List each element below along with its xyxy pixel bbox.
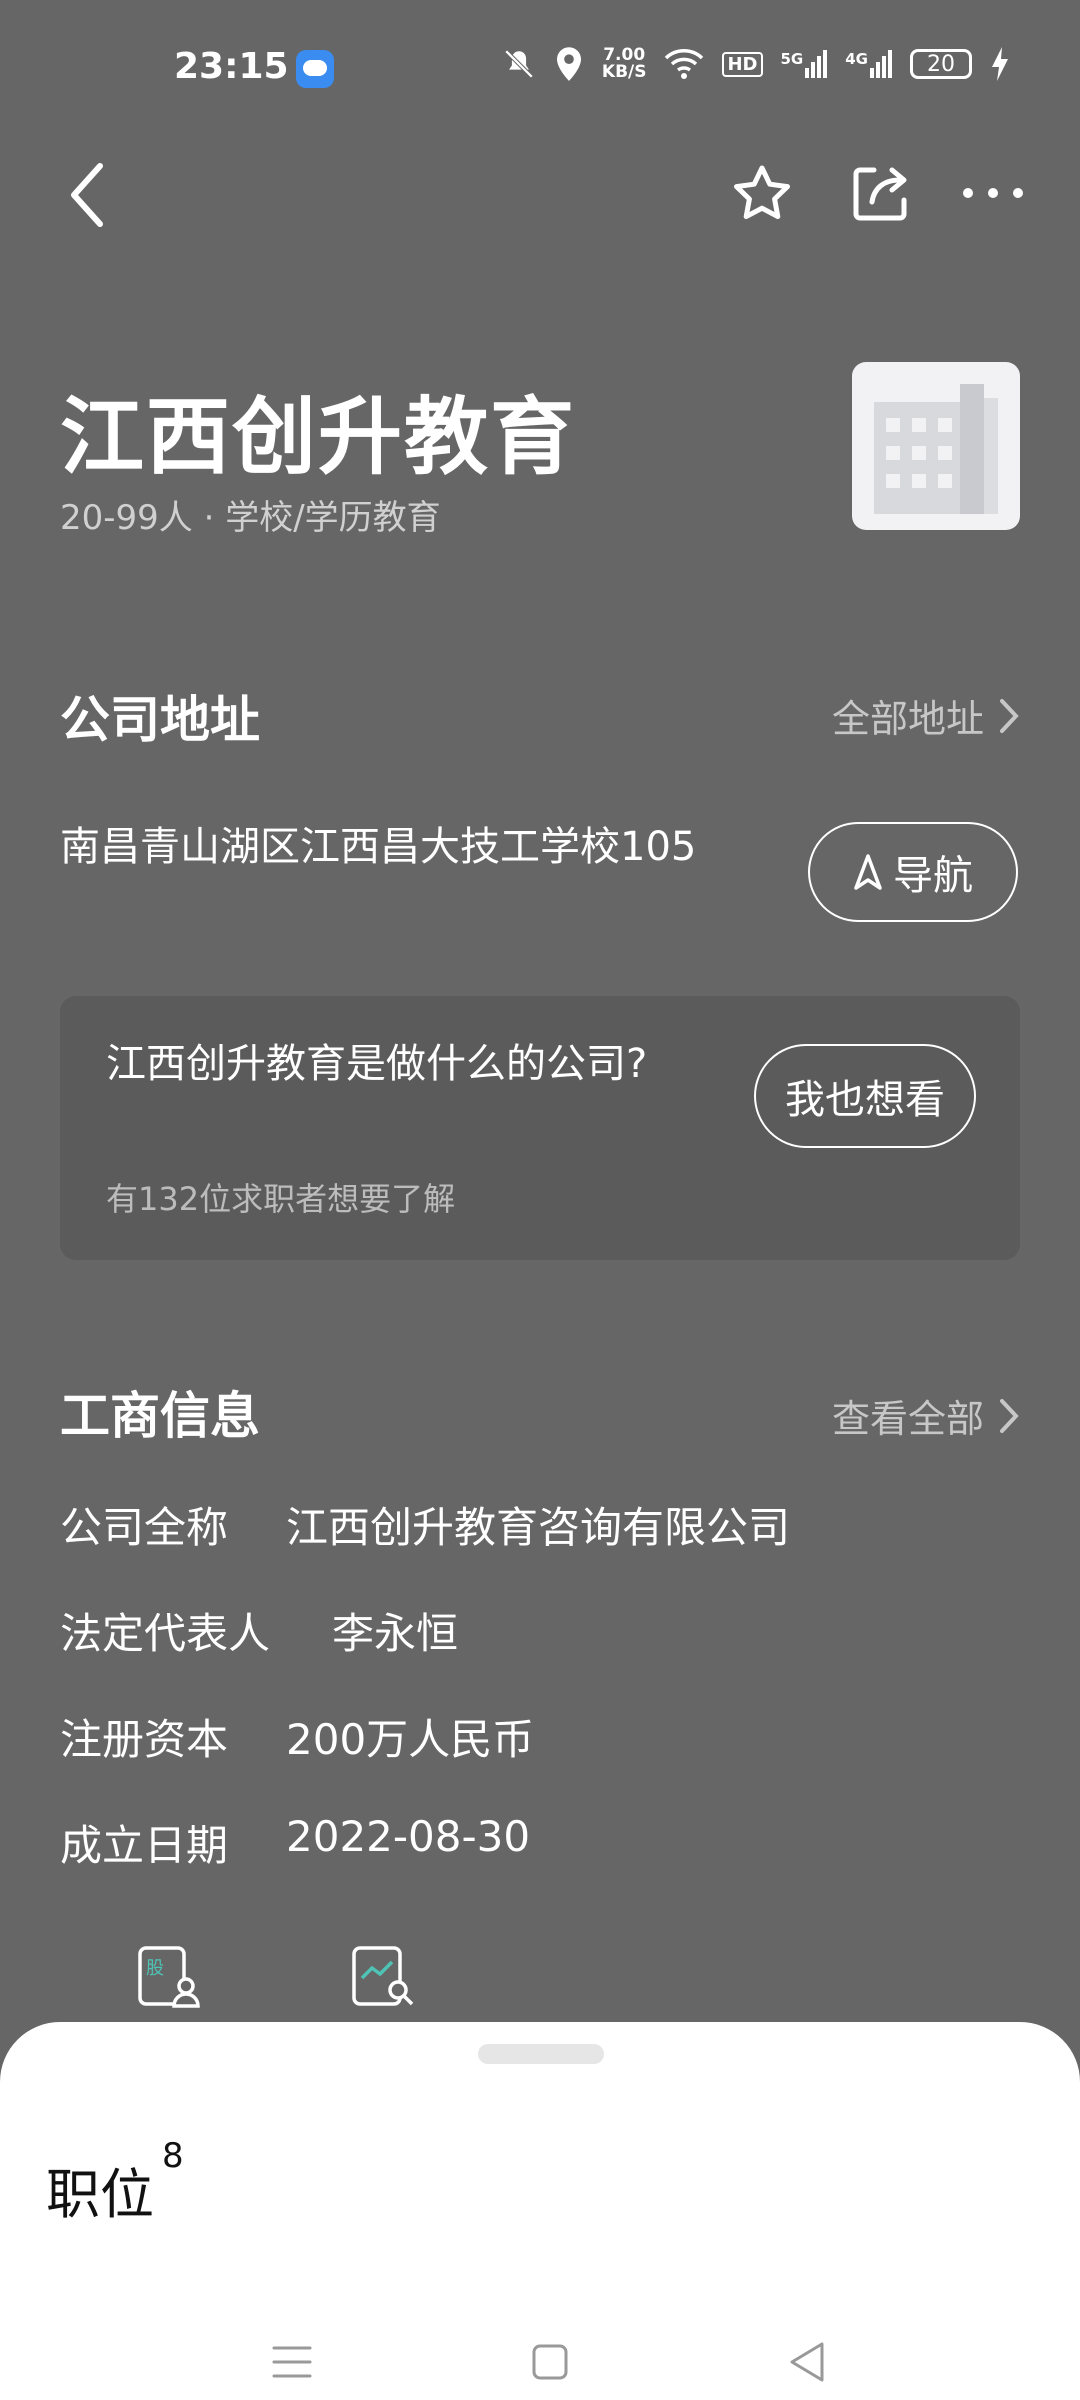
info-value: 江西创升教育咨询有限公司 [286, 1503, 791, 1552]
all-addresses-link[interactable]: 全部地址 [832, 688, 1020, 743]
mute-icon [504, 49, 534, 79]
info-row-full-name: 公司全称 江西创升教育咨询有限公司 [60, 1494, 790, 1555]
signal-4g: 4G [845, 50, 892, 78]
question-text: 江西创升教育是做什么的公司? [106, 1041, 648, 1087]
company-logo [852, 362, 1020, 530]
info-label: 法定代表人 [60, 1609, 271, 1658]
shareholder-icon[interactable]: 股 [136, 1944, 202, 2010]
wifi-icon [665, 49, 704, 79]
want-to-know-button[interactable]: 我也想看 [754, 1044, 976, 1148]
svg-text:股: 股 [146, 1958, 164, 1979]
company-address: 南昌青山湖区江西昌大技工学校105 [60, 824, 697, 870]
menu-nav-icon[interactable] [262, 2332, 322, 2392]
business-info-title: 工商信息 [60, 1387, 260, 1445]
signal-5g: 5G [781, 50, 828, 78]
status-time: 23:15 [174, 46, 289, 87]
info-row-capital: 注册资本 200万人民币 [60, 1706, 534, 1767]
company-name: 江西创升教育 [60, 388, 577, 486]
chevron-right-icon [1000, 698, 1019, 733]
trend-search-icon[interactable] [350, 1944, 416, 2010]
building-icon [874, 384, 998, 514]
navigation-arrow-icon [854, 854, 882, 890]
question-subtext: 有132位求职者想要了解 [106, 1180, 456, 1218]
info-value: 2022-08-30 [286, 1812, 531, 1861]
info-row-legal-rep: 法定代表人 李永恒 [60, 1600, 458, 1661]
chevron-right-icon [1000, 1398, 1019, 1433]
status-icons: 7.00 KB/S HD 5G 4G 20 [502, 46, 1010, 82]
weather-icon [296, 50, 334, 88]
info-value: 200万人民币 [286, 1715, 535, 1764]
jobs-title: 职位8 [46, 2136, 184, 2229]
view-all-link[interactable]: 查看全部 [832, 1388, 1020, 1443]
signal-4g-label: 4G [845, 50, 868, 68]
home-nav-icon[interactable] [520, 2332, 580, 2392]
info-value: 李永恒 [332, 1609, 459, 1658]
charging-icon [992, 47, 1008, 81]
jobs-count: 8 [162, 2136, 184, 2176]
more-icon[interactable] [958, 178, 1028, 208]
jobs-bottom-sheet[interactable]: 职位8 [0, 2022, 1080, 2400]
sheet-drag-handle[interactable] [478, 2044, 604, 2064]
location-icon [556, 47, 581, 81]
question-card: 江西创升教育是做什么的公司? 有132位求职者想要了解 我也想看 [60, 996, 1020, 1260]
info-row-founded: 成立日期 2022-08-30 [60, 1812, 530, 1873]
navigate-label: 导航 [893, 853, 973, 899]
back-nav-icon[interactable] [778, 2332, 838, 2392]
status-bar: 23:15 7.00 KB/S HD 5G 4G 20 [0, 0, 1080, 140]
info-label: 公司全称 [60, 1503, 229, 1552]
view-all-label: 查看全部 [831, 1397, 984, 1441]
company-meta: 20-99人 · 学校/学历教育 [60, 498, 441, 538]
share-icon[interactable] [848, 162, 912, 226]
signal-5g-label: 5G [780, 50, 804, 68]
address-section-title: 公司地址 [60, 691, 260, 749]
battery-indicator: 20 [910, 49, 972, 79]
back-icon[interactable] [60, 160, 120, 230]
navigate-button[interactable]: 导航 [808, 822, 1018, 922]
all-addresses-label: 全部地址 [831, 697, 984, 741]
jobs-title-label: 职位 [46, 2163, 154, 2226]
favorite-star-icon[interactable] [730, 162, 794, 226]
hd-badge: HD [722, 51, 763, 77]
info-label: 成立日期 [60, 1821, 229, 1870]
network-speed: 7.00 KB/S [601, 45, 647, 82]
info-label: 注册资本 [60, 1715, 229, 1764]
